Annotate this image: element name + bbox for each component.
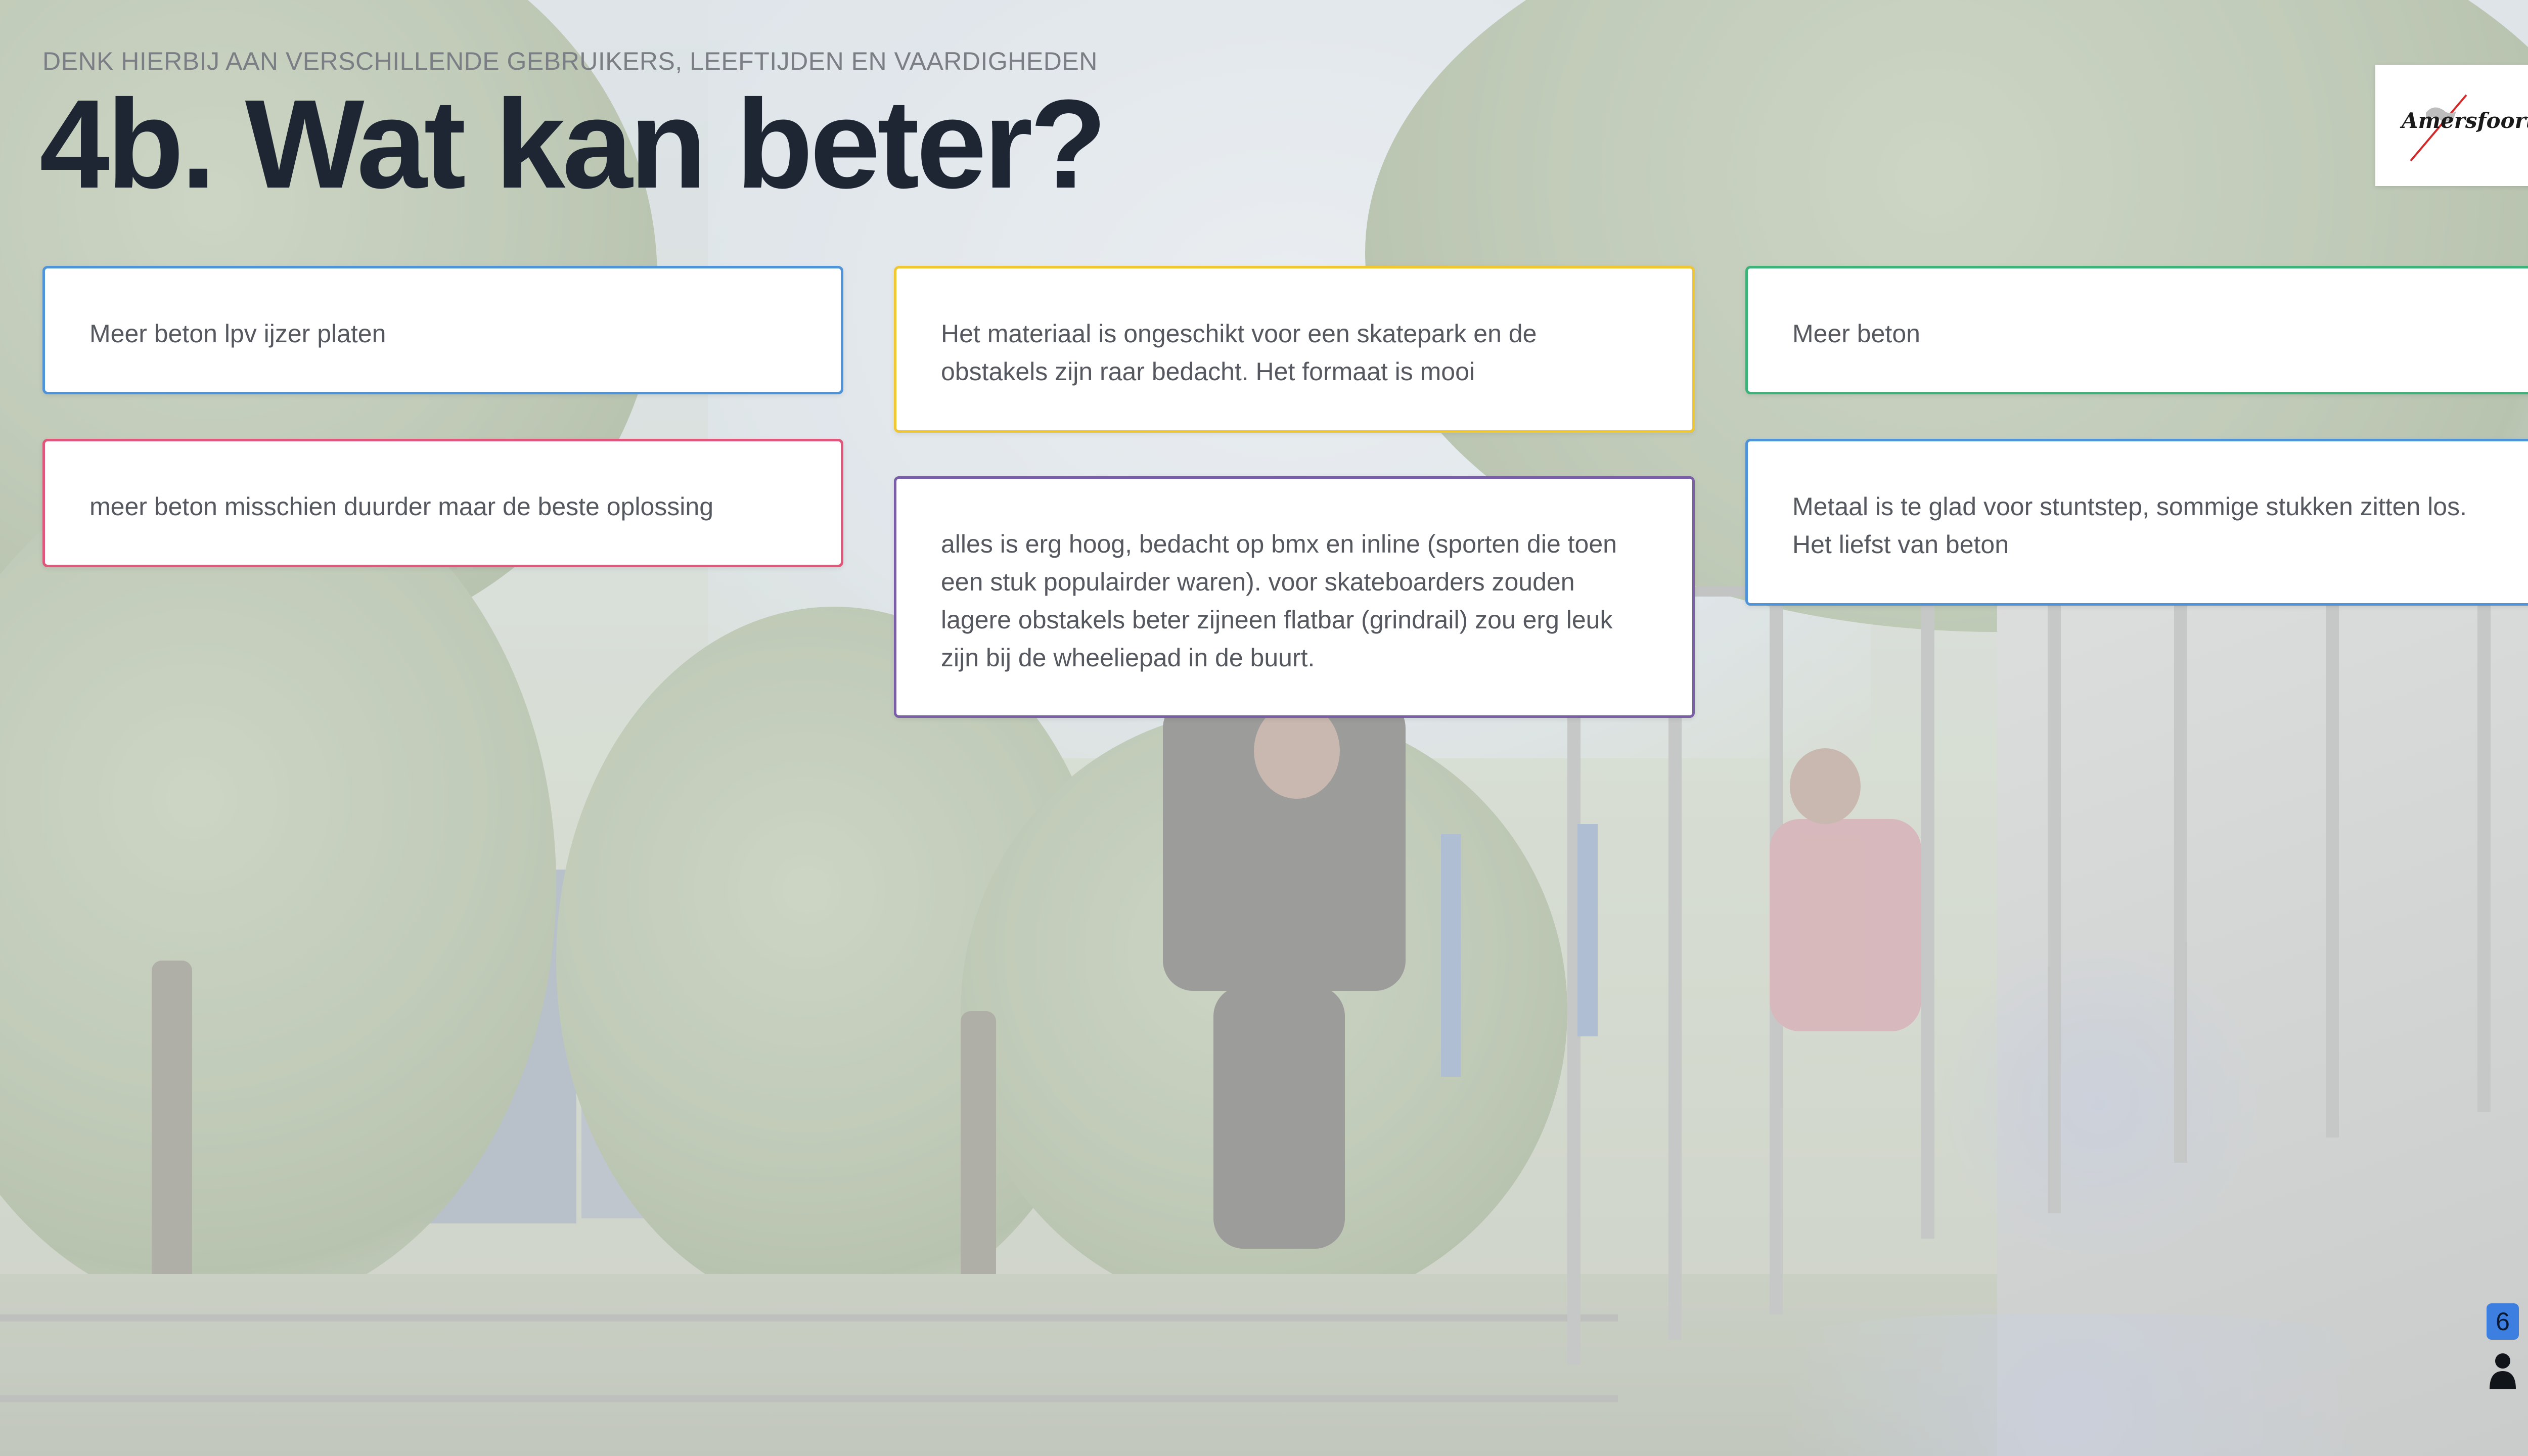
response-card: Meer beton bbox=[1745, 266, 2528, 394]
participant-count-badge: 6 bbox=[2487, 1303, 2519, 1340]
response-card: alles is erg hoog, bedacht op bmx en inl… bbox=[894, 476, 1695, 718]
response-card: Meer beton lpv ijzer platen bbox=[42, 266, 843, 394]
response-card: Metaal is te glad voor stuntstep, sommig… bbox=[1745, 439, 2528, 606]
response-text: Het materiaal is ongeschikt voor een ska… bbox=[941, 320, 1537, 386]
response-card: Het materiaal is ongeschikt voor een ska… bbox=[894, 266, 1695, 433]
response-text: alles is erg hoog, bedacht op bmx en inl… bbox=[941, 530, 1617, 672]
response-text: Meer beton lpv ijzer platen bbox=[89, 320, 386, 348]
slide-subtitle: DENK HIERBIJ AAN VERSCHILLENDE GEBRUIKER… bbox=[42, 47, 1098, 75]
person-icon[interactable] bbox=[2488, 1352, 2518, 1390]
response-text: meer beton misschien duurder maar de bes… bbox=[89, 492, 714, 521]
background-photo bbox=[0, 0, 2528, 1456]
amersfoort-logo: Amersfoort bbox=[2375, 65, 2528, 186]
logo-text: Amersfoort bbox=[2402, 108, 2528, 133]
slide: DENK HIERBIJ AAN VERSCHILLENDE GEBRUIKER… bbox=[0, 0, 2528, 1456]
response-card: meer beton misschien duurder maar de bes… bbox=[42, 439, 843, 567]
response-text: Metaal is te glad voor stuntstep, sommig… bbox=[1792, 492, 2467, 559]
response-text: Meer beton bbox=[1792, 320, 1920, 348]
slide-title: 4b. Wat kan beter? bbox=[39, 73, 1107, 214]
